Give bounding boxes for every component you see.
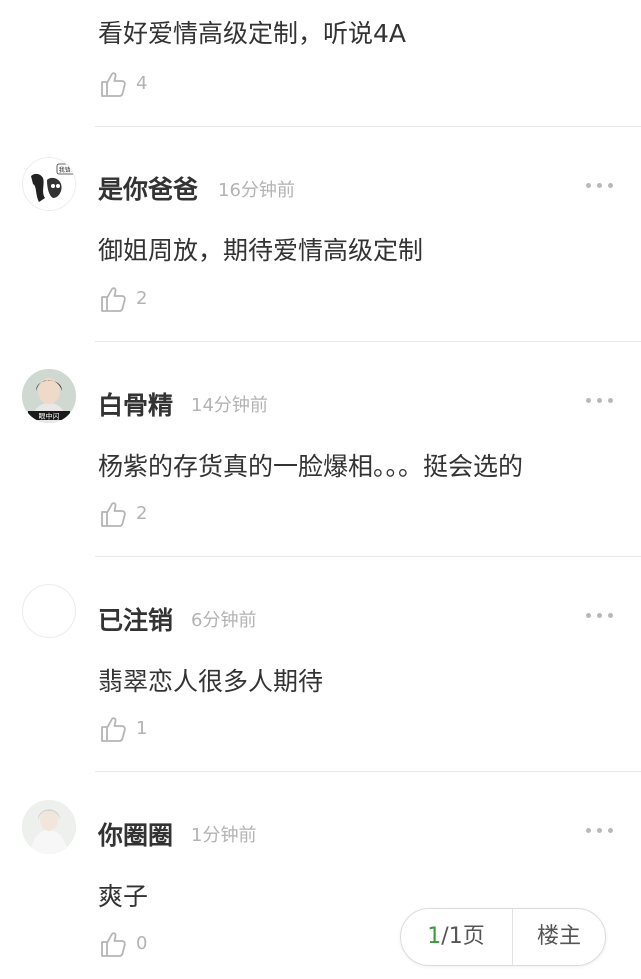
avatar[interactable]: 眼中闪 [22,369,76,423]
username[interactable]: 是你爸爸 [98,170,198,206]
like-button[interactable]: 4 [99,70,179,100]
like-button[interactable]: 0 [99,930,179,960]
current-page: 1 [427,924,442,949]
more-dots-icon[interactable] [586,398,614,406]
like-button[interactable]: 1 [99,715,179,745]
like-button[interactable]: 2 [99,285,179,315]
divider [95,126,641,127]
avatar[interactable] [22,584,76,638]
like-count: 2 [136,288,148,309]
username[interactable]: 已注销 [98,601,173,637]
avatar[interactable] [22,800,76,854]
comment-content: 看好爱情高级定制，听说4A [98,19,407,48]
thumb-up-icon [101,287,126,312]
username[interactable]: 白骨精 [98,386,173,422]
comment-content: 爽子 [98,882,149,911]
divider [95,556,641,557]
thumb-up-icon [101,72,126,97]
more-dots-icon[interactable] [586,183,614,191]
more-dots-icon[interactable] [586,613,614,621]
comment-time: 16分钟前 [218,180,295,201]
avatar-badge-text: 我错! [59,166,73,174]
page-indicator-button[interactable]: 1/1页 [401,909,511,965]
thumb-up-icon [101,502,126,527]
comment-content: 翡翠恋人很多人期待 [98,667,324,696]
avatar-photo-image: 眼中闪 [22,369,76,423]
avatar-meme-image: 我错! [24,159,75,210]
page-total: /1页 [441,924,485,949]
avatar-photo-image [22,800,76,854]
username[interactable]: 你圈圈 [98,816,173,852]
comment-time: 14分钟前 [191,395,268,416]
like-count: 4 [136,73,148,94]
op-only-button[interactable]: 楼主 [513,909,605,965]
like-count: 0 [136,933,148,954]
avatar[interactable]: 我错! [22,157,76,211]
comment-content: 杨紫的存货真的一脸爆相。。。挺会选的 [98,452,524,481]
floating-pager: 1/1页 楼主 [400,908,606,966]
thumb-up-icon [101,932,126,957]
divider [95,771,641,772]
like-count: 2 [136,503,148,524]
divider [95,341,641,342]
comment-time: 6分钟前 [191,610,257,631]
comment-content: 御姐周放，期待爱情高级定制 [98,236,424,265]
more-dots-icon[interactable] [586,828,614,836]
comment-time: 1分钟前 [191,825,257,846]
like-button[interactable]: 2 [99,500,179,530]
avatar-caption-text: 眼中闪 [39,412,60,421]
like-count: 1 [136,718,148,739]
thumb-up-icon [101,717,126,742]
